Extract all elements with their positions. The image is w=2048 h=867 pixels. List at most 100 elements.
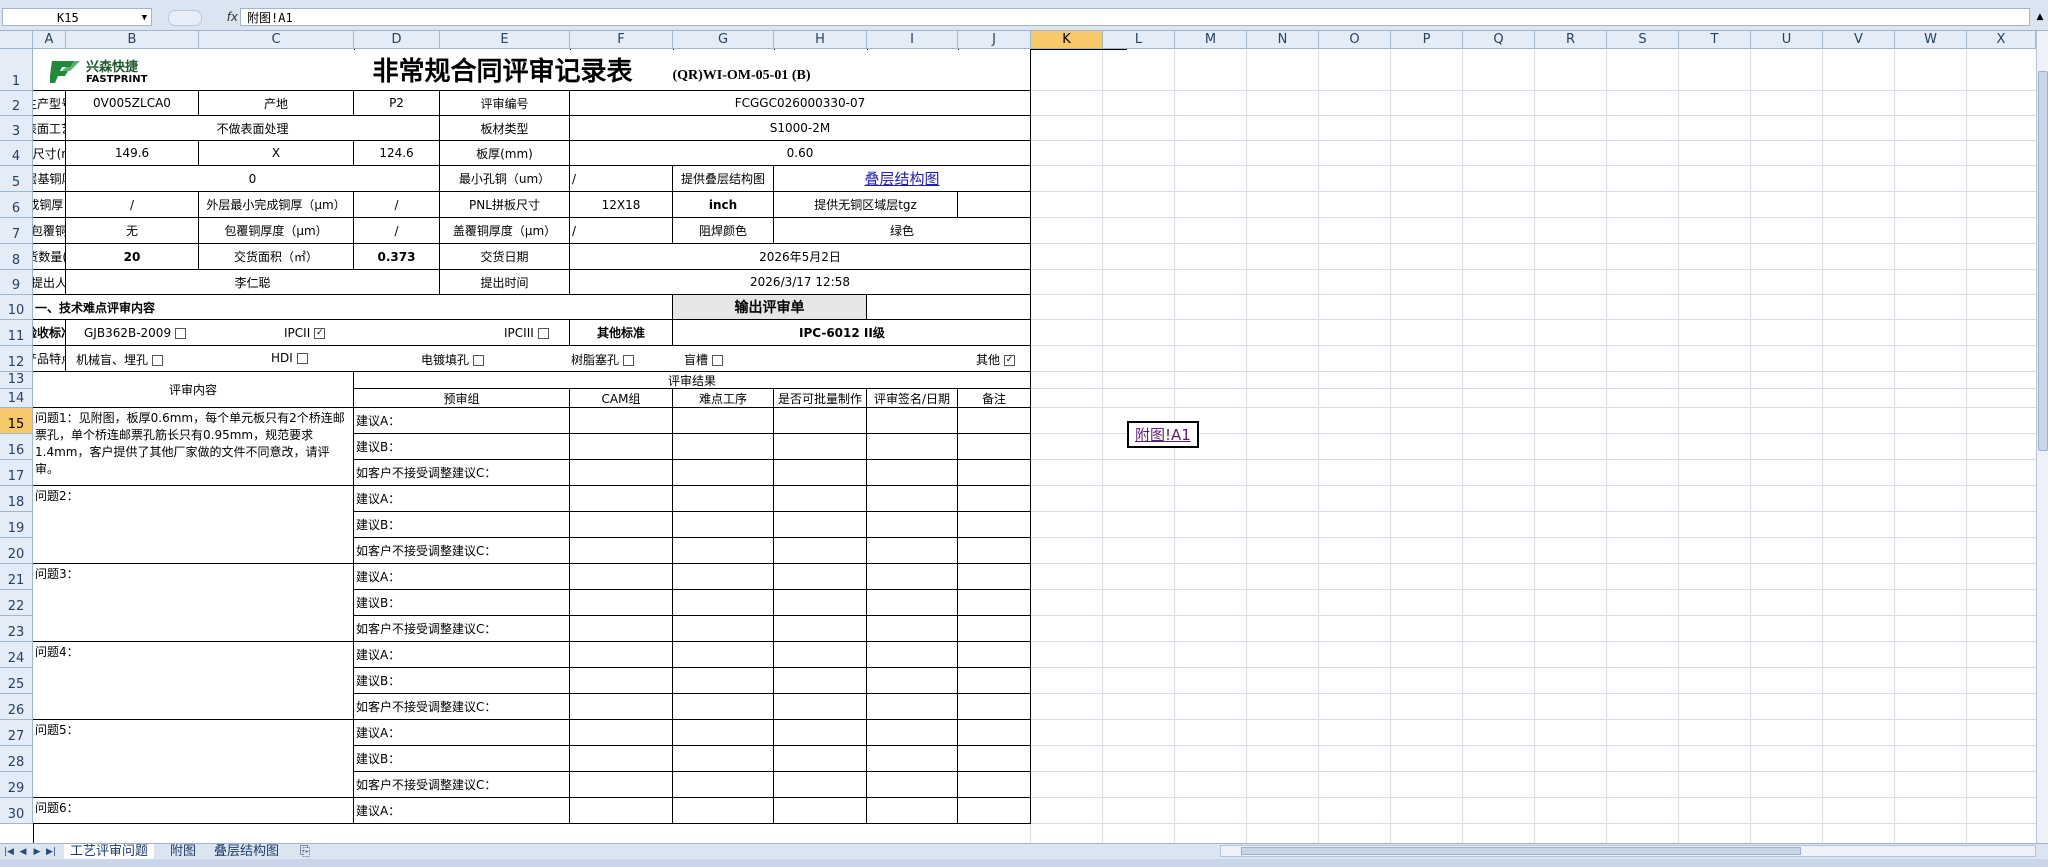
label-no-cu-area[interactable]: 提供无铜区域层tgz <box>774 192 958 218</box>
column-header-k[interactable]: K <box>1031 31 1103 49</box>
result-cell[interactable] <box>570 720 673 746</box>
result-cell[interactable] <box>570 408 673 434</box>
result-cell[interactable] <box>958 434 1031 460</box>
column-header-j[interactable]: J <box>958 31 1031 49</box>
result-cell[interactable] <box>570 668 673 694</box>
suggestion-3-0[interactable]: 建议A： <box>354 564 570 590</box>
label-thickness[interactable]: 板厚(mm) <box>440 141 570 166</box>
row-header-14[interactable]: 14 <box>0 389 33 408</box>
row-header-26[interactable]: 26 <box>0 694 33 720</box>
result-cell[interactable] <box>867 408 958 434</box>
result-col-header-2[interactable]: 难点工序 <box>673 389 774 408</box>
value-size-sep[interactable]: X <box>199 141 354 166</box>
result-col-header-5[interactable]: 备注 <box>958 389 1031 408</box>
result-cell[interactable] <box>774 564 867 590</box>
result-cell[interactable] <box>673 590 774 616</box>
row-header-30[interactable]: 30 <box>0 798 33 824</box>
column-header-p[interactable]: P <box>1391 31 1463 49</box>
value-mask-color[interactable]: 绿色 <box>774 218 1031 244</box>
result-cell[interactable] <box>867 798 958 824</box>
label-outer-min-cu[interactable]: 外层最小完成铜厚（μm） <box>199 192 354 218</box>
result-cell[interactable] <box>867 486 958 512</box>
result-cell[interactable] <box>774 642 867 668</box>
row-header-15[interactable]: 15 <box>0 408 33 434</box>
result-cell[interactable] <box>570 694 673 720</box>
result-cell[interactable] <box>774 486 867 512</box>
result-cell[interactable] <box>673 434 774 460</box>
row-header-19[interactable]: 19 <box>0 512 33 538</box>
column-header-q[interactable]: Q <box>1463 31 1535 49</box>
row-header-5[interactable]: 5 <box>0 166 33 192</box>
value-wrap-thk[interactable]: / <box>354 218 440 244</box>
row-header-3[interactable]: 3 <box>0 116 33 141</box>
result-cell[interactable] <box>673 512 774 538</box>
result-cell[interactable] <box>570 564 673 590</box>
suggestion-1-0[interactable]: 建议A： <box>354 408 570 434</box>
feature-checkbox-4[interactable] <box>712 355 724 366</box>
value-qty[interactable]: 20 <box>66 244 199 270</box>
column-header-x[interactable]: X <box>1967 31 2036 49</box>
label-proposed-time[interactable]: 提出时间 <box>440 270 570 295</box>
row-header-4[interactable]: 4 <box>0 141 33 166</box>
std-ipciii-checkbox[interactable] <box>537 327 549 339</box>
result-cell[interactable] <box>570 746 673 772</box>
suggestion-4-1[interactable]: 建议B： <box>354 668 570 694</box>
value-delivery[interactable]: 2026年5月2日 <box>570 244 1031 270</box>
result-cell[interactable] <box>958 798 1031 824</box>
value-pnl-size[interactable]: 12X18 <box>570 192 673 218</box>
formula-bar-expand-icon[interactable]: ▲ <box>2034 8 2046 26</box>
result-cell[interactable] <box>774 408 867 434</box>
sheet-tab-figure[interactable]: 附图 <box>164 844 202 860</box>
value-surface[interactable]: 不做表面处理 <box>66 116 440 141</box>
result-cell[interactable] <box>774 434 867 460</box>
result-cell[interactable] <box>958 538 1031 564</box>
cell[interactable] <box>958 49 959 50</box>
result-cell[interactable] <box>673 798 774 824</box>
feature-checkbox-0[interactable] <box>152 355 164 366</box>
row-header-9[interactable]: 9 <box>0 270 33 295</box>
label-size[interactable]: 成品尺寸(mm) <box>33 141 66 166</box>
column-header-o[interactable]: O <box>1319 31 1391 49</box>
label-base-cu[interactable]: 内/外层基铜厚(OZ) <box>33 166 66 192</box>
features-options[interactable]: 机械盲、埋孔 HDI 电镀填孔 树脂塞孔 盲槽 其他 ✓ <box>66 346 1031 372</box>
result-cell[interactable] <box>774 512 867 538</box>
suggestion-2-1[interactable]: 建议B： <box>354 512 570 538</box>
row-header-10[interactable]: 10 <box>0 295 33 320</box>
result-cell[interactable] <box>673 668 774 694</box>
row-header-7[interactable]: 7 <box>0 218 33 244</box>
row-header-16[interactable]: 16 <box>0 434 33 460</box>
value-board-type[interactable]: S1000-2M <box>570 116 1031 141</box>
label-wrap-req[interactable]: 有无包覆铜要求 <box>33 218 66 244</box>
value-area[interactable]: 0.373 <box>354 244 440 270</box>
row-header-17[interactable]: 17 <box>0 460 33 486</box>
value-thickness[interactable]: 0.60 <box>570 141 1031 166</box>
result-cell[interactable] <box>958 486 1031 512</box>
std-ipcii-checkbox[interactable]: ✓ <box>314 327 326 339</box>
horizontal-scrollbar[interactable] <box>1220 845 2036 857</box>
column-header-r[interactable]: R <box>1535 31 1607 49</box>
result-cell[interactable] <box>774 668 867 694</box>
column-header-h[interactable]: H <box>774 31 867 49</box>
result-cell[interactable] <box>673 720 774 746</box>
value-other-std[interactable]: IPC-6012 II级 <box>673 320 1031 346</box>
result-cell[interactable] <box>958 564 1031 590</box>
suggestion-4-2[interactable]: 如客户不接受调整建议C： <box>354 694 570 720</box>
result-cell[interactable] <box>958 460 1031 486</box>
value-pnl-unit[interactable]: inch <box>673 192 774 218</box>
result-cell[interactable] <box>774 616 867 642</box>
result-cell[interactable] <box>867 564 958 590</box>
cell[interactable] <box>673 49 674 50</box>
label-proposer[interactable]: 提出人 <box>33 270 66 295</box>
row-header-21[interactable]: 21 <box>0 564 33 590</box>
result-cell[interactable] <box>673 538 774 564</box>
result-cell[interactable] <box>673 486 774 512</box>
next-sheet-icon[interactable]: ▶ <box>32 845 42 859</box>
result-cell[interactable] <box>958 642 1031 668</box>
result-cell[interactable] <box>673 694 774 720</box>
result-cell[interactable] <box>774 746 867 772</box>
row-header-24[interactable]: 24 <box>0 642 33 668</box>
suggestion-5-2[interactable]: 如客户不接受调整建议C： <box>354 772 570 798</box>
suggestion-4-0[interactable]: 建议A： <box>354 642 570 668</box>
result-cell[interactable] <box>958 616 1031 642</box>
result-cell[interactable] <box>867 590 958 616</box>
